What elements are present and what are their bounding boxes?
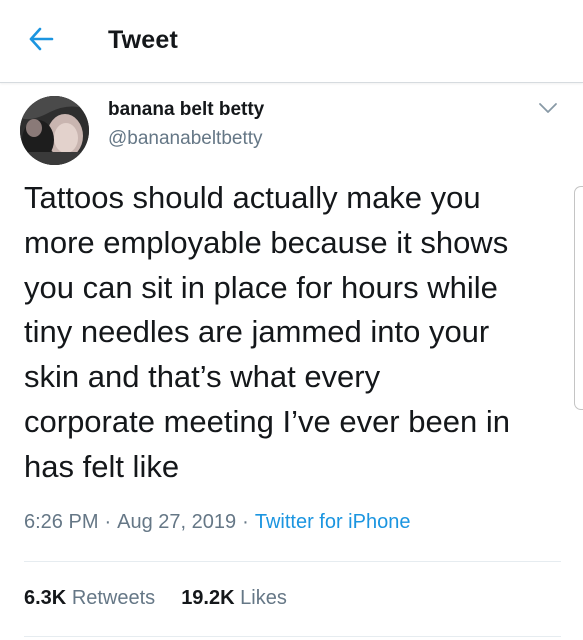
edge-handle xyxy=(574,186,583,410)
retweets-label: Retweets xyxy=(71,587,156,609)
back-button[interactable] xyxy=(26,24,66,60)
tweet-date: Aug 27, 2019 xyxy=(117,511,237,533)
tweet-menu-button[interactable] xyxy=(536,98,560,118)
retweets-count: 6.3K xyxy=(24,587,67,609)
chevron-down-icon xyxy=(536,103,560,122)
tweet-stats: 6.3K Retweets 19.2K Likes xyxy=(24,587,287,610)
avatar[interactable] xyxy=(20,96,89,165)
tweet-text: Tattoos should actually make you more em… xyxy=(24,180,510,484)
meta-separator: · xyxy=(104,511,112,533)
tweet-source-link[interactable]: Twitter for iPhone xyxy=(255,511,411,533)
page-title: Tweet xyxy=(108,26,178,54)
likes-count: 19.2K xyxy=(181,587,235,609)
author-display-name[interactable]: banana belt betty xyxy=(108,99,264,121)
author-handle[interactable]: @bananabeltbetty xyxy=(108,128,263,150)
retweets-stat[interactable]: 6.3K Retweets xyxy=(24,587,155,609)
likes-label: Likes xyxy=(240,587,287,609)
meta-separator: · xyxy=(242,511,249,533)
tweet-meta: 6:26 PM · Aug 27, 2019 · Twitter for iPhone xyxy=(24,511,410,534)
arrow-left-icon xyxy=(26,24,66,54)
tweet-time: 6:26 PM xyxy=(24,511,99,533)
divider xyxy=(24,561,561,562)
top-bar: Tweet xyxy=(0,0,583,83)
divider xyxy=(24,636,561,637)
likes-stat[interactable]: 19.2K Likes xyxy=(181,587,287,609)
